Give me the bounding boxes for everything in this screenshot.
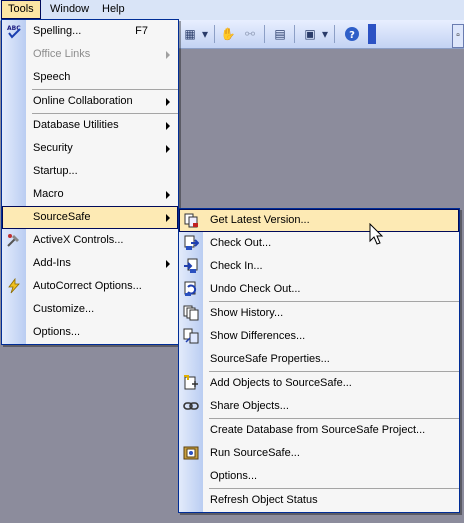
menu-item-activex-controls[interactable]: ActiveX Controls... <box>2 229 178 252</box>
toolbar-options-icon[interactable] <box>368 24 376 44</box>
help-icon[interactable]: ? <box>342 24 362 44</box>
submenu-arrow-icon <box>166 145 170 153</box>
menu-item-label: AutoCorrect Options... <box>33 280 142 292</box>
menu-item-label: Add-Ins <box>33 257 71 269</box>
properties-icon[interactable]: ▤ <box>270 24 290 44</box>
toolbar-separator <box>334 25 335 43</box>
menu-item-refresh-object-status[interactable]: Refresh Object Status <box>179 489 459 512</box>
menu-item-label: SourceSafe Properties... <box>210 353 330 365</box>
share-link-icon <box>183 398 199 414</box>
menu-item-get-latest-version[interactable]: Get Latest Version... <box>179 209 459 232</box>
toolbar-restore-icon[interactable]: ▫ <box>452 24 464 48</box>
sourcesafe-submenu: Get Latest Version... Check Out... Check… <box>178 208 460 513</box>
menu-item-undo-check-out[interactable]: Undo Check Out... <box>179 278 459 301</box>
mouse-cursor-icon <box>369 223 384 245</box>
menu-item-label: Run SourceSafe... <box>210 447 300 459</box>
menu-item-label: Undo Check Out... <box>210 283 301 295</box>
menu-item-label: Speech <box>33 71 71 83</box>
add-objects-icon <box>183 375 199 391</box>
menu-item-label: Online Collaboration <box>33 95 133 107</box>
link-icon[interactable]: ⚯ <box>240 24 260 44</box>
tools-menu: ABC Spelling... F7 Office Links Speech O… <box>1 19 179 345</box>
menu-item-options[interactable]: Options... <box>2 321 178 344</box>
menu-item-customize[interactable]: Customize... <box>2 298 178 321</box>
toolbar-separator <box>214 25 215 43</box>
dropdown-arrow-icon[interactable]: ▾ <box>320 24 330 44</box>
menu-item-macro[interactable]: Macro <box>2 183 178 206</box>
menu-item-online-collaboration[interactable]: Online Collaboration <box>2 90 178 113</box>
menu-tools[interactable]: Tools <box>1 0 41 19</box>
toolbar: ▦ ▾ ✋ ⚯ ▤ ▣ ▾ ? <box>178 20 464 49</box>
menu-item-check-out[interactable]: Check Out... <box>179 232 459 255</box>
menu-item-label: Office Links <box>33 48 91 60</box>
history-icon <box>183 305 199 321</box>
menu-item-startup[interactable]: Startup... <box>2 160 178 183</box>
menu-item-label: Add Objects to SourceSafe... <box>210 377 352 389</box>
menu-item-speech[interactable]: Speech <box>2 66 178 89</box>
menu-help[interactable]: Help <box>96 1 131 18</box>
menu-item-sourcesafe-properties[interactable]: SourceSafe Properties... <box>179 348 459 371</box>
menu-item-database-utilities[interactable]: Database Utilities <box>2 114 178 137</box>
menu-item-sourcesafe-options[interactable]: Options... <box>179 465 459 488</box>
submenu-arrow-icon <box>166 98 170 106</box>
menu-item-label: Security <box>33 142 73 154</box>
menu-bar: Tools Window Help <box>0 0 464 21</box>
new-object-icon[interactable]: ▦ <box>180 24 200 44</box>
submenu-arrow-icon <box>166 260 170 268</box>
submenu-arrow-icon <box>166 191 170 199</box>
menu-item-label: Options... <box>210 470 258 482</box>
menu-item-label: Options... <box>33 326 81 338</box>
menu-item-label: Startup... <box>33 165 78 177</box>
menu-item-show-differences[interactable]: Show Differences... <box>179 325 459 348</box>
check-in-icon <box>183 258 199 274</box>
menu-item-autocorrect-options[interactable]: AutoCorrect Options... <box>2 275 178 298</box>
submenu-arrow-icon <box>166 122 170 130</box>
differences-icon <box>183 328 199 344</box>
toolbar-separator <box>264 25 265 43</box>
hand-icon[interactable]: ✋ <box>218 24 238 44</box>
menu-window[interactable]: Window <box>44 1 95 18</box>
svg-text:?: ? <box>349 30 355 41</box>
submenu-arrow-icon <box>166 51 170 59</box>
menu-item-run-sourcesafe[interactable]: Run SourceSafe... <box>179 442 459 465</box>
menu-item-label: Check In... <box>210 260 263 272</box>
menu-item-label: Check Out... <box>210 237 272 249</box>
menu-item-add-ins[interactable]: Add-Ins <box>2 252 178 275</box>
autocorrect-icon <box>6 278 22 294</box>
menu-item-check-in[interactable]: Check In... <box>179 255 459 278</box>
menu-item-label: SourceSafe <box>33 211 91 223</box>
menu-item-label: Get Latest Version... <box>210 214 310 226</box>
menu-item-spelling[interactable]: ABC Spelling... F7 <box>2 20 178 43</box>
check-out-icon <box>183 235 199 251</box>
menu-item-label: Spelling... <box>33 25 82 37</box>
menu-item-add-objects[interactable]: Add Objects to SourceSafe... <box>179 372 459 395</box>
menu-item-create-database[interactable]: Create Database from SourceSafe Project.… <box>179 419 459 442</box>
menu-item-label: Database Utilities <box>33 119 119 131</box>
menu-item-label: Create Database from SourceSafe Project.… <box>210 424 426 436</box>
menu-item-label: Show History... <box>210 307 284 319</box>
menu-item-show-history[interactable]: Show History... <box>179 302 459 325</box>
undo-check-out-icon <box>183 281 199 297</box>
submenu-arrow-icon <box>166 214 170 222</box>
menu-item-office-links[interactable]: Office Links <box>2 43 178 66</box>
activex-icon <box>6 232 22 248</box>
menu-item-label: Share Objects... <box>210 400 289 412</box>
menu-item-label: Macro <box>33 188 64 200</box>
shortcut-label: F7 <box>135 25 148 37</box>
database-window-icon[interactable]: ▣ <box>300 24 320 44</box>
spelling-icon: ABC <box>6 23 22 39</box>
run-sourcesafe-icon <box>183 445 199 461</box>
dropdown-arrow-icon[interactable]: ▾ <box>200 24 210 44</box>
menu-item-label: Show Differences... <box>210 330 306 342</box>
menu-item-share-objects[interactable]: Share Objects... <box>179 395 459 418</box>
menu-item-label: Customize... <box>33 303 95 315</box>
menu-item-security[interactable]: Security <box>2 137 178 160</box>
menu-item-sourcesafe[interactable]: SourceSafe <box>2 206 178 229</box>
menu-item-label: Refresh Object Status <box>210 494 318 506</box>
toolbar-separator <box>294 25 295 43</box>
menu-item-label: ActiveX Controls... <box>33 234 124 246</box>
get-latest-icon <box>183 212 199 228</box>
